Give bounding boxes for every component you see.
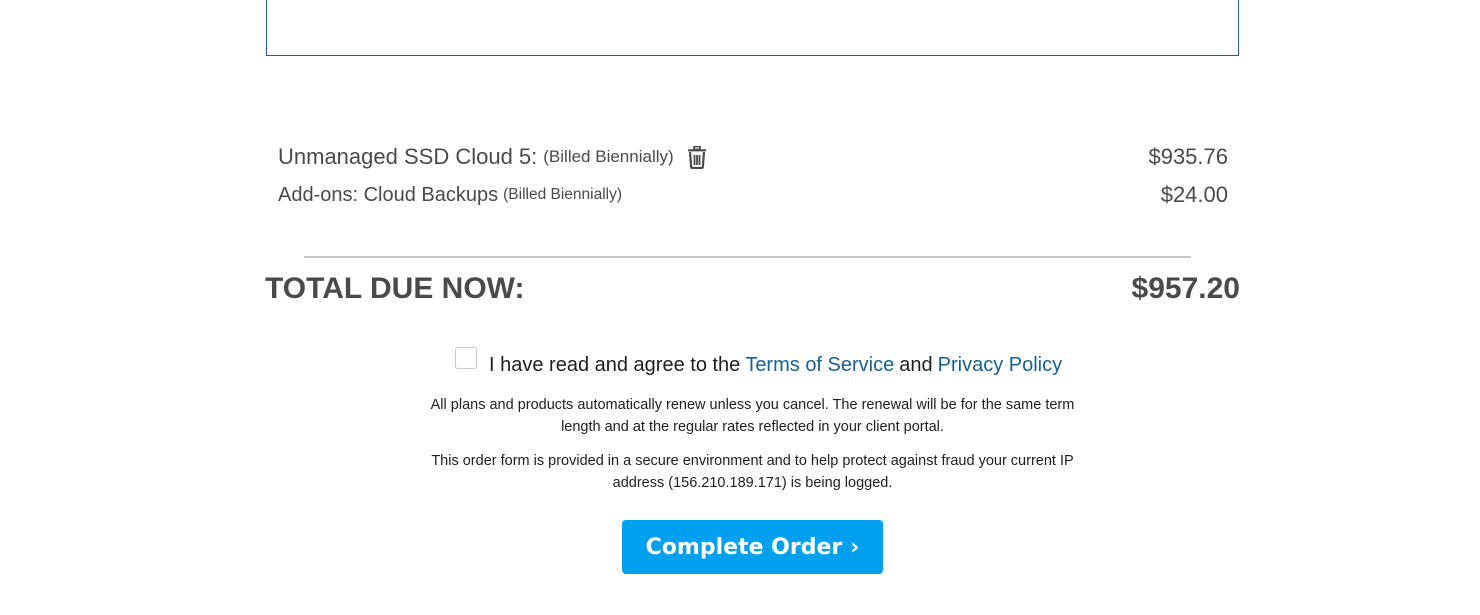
order-summary-page: Unmanaged SSD Cloud 5: (Billed Bienniall… <box>0 0 1480 615</box>
line-item-server: Unmanaged SSD Cloud 5: (Billed Bienniall… <box>278 141 1228 173</box>
billing-cycle: (Billed Biennially) <box>503 186 623 203</box>
agree-prefix: I have read and agree to the <box>489 354 741 376</box>
security-notice: This order form is provided in a secure … <box>431 453 1074 491</box>
line-item-price: $24.00 <box>1160 182 1228 207</box>
complete-order-label: Complete Order <box>645 534 843 560</box>
order-notes-box <box>266 0 1239 56</box>
privacy-policy-link[interactable]: Privacy Policy <box>938 354 1062 377</box>
trash-icon[interactable] <box>686 145 708 169</box>
line-item-label: Unmanaged SSD Cloud 5: (Billed Bienniall… <box>278 144 708 170</box>
chevron-right-icon: › <box>850 534 860 560</box>
total-due-label: TOTAL DUE NOW: <box>265 272 525 305</box>
total-due-value: $957.20 <box>1131 272 1240 305</box>
line-item-name: Add-ons: Cloud Backups <box>278 183 499 206</box>
line-item-price: $935.76 <box>1148 144 1228 169</box>
agree-text: I have read and agree to the Terms of Se… <box>489 354 1067 377</box>
terms-of-service-link[interactable]: Terms of Service <box>745 354 894 377</box>
agree-checkbox[interactable] <box>455 346 477 369</box>
billing-cycle: (Billed Biennially) <box>543 147 674 166</box>
line-item-name: Unmanaged SSD Cloud 5: <box>278 144 538 169</box>
line-item-label: Add-ons: Cloud Backups (Billed Bienniall… <box>278 184 622 207</box>
complete-order-button[interactable]: Complete Order › <box>622 520 883 574</box>
summary-divider <box>304 256 1191 258</box>
line-item-addon: Add-ons: Cloud Backups (Billed Bienniall… <box>278 179 1228 211</box>
terms-agreement: I have read and agree to the Terms of Se… <box>455 346 1067 377</box>
total-due-row: TOTAL DUE NOW: $957.20 <box>265 272 1240 306</box>
renewal-notice: All plans and products automatically ren… <box>430 397 1075 435</box>
agree-and: and <box>899 354 933 376</box>
